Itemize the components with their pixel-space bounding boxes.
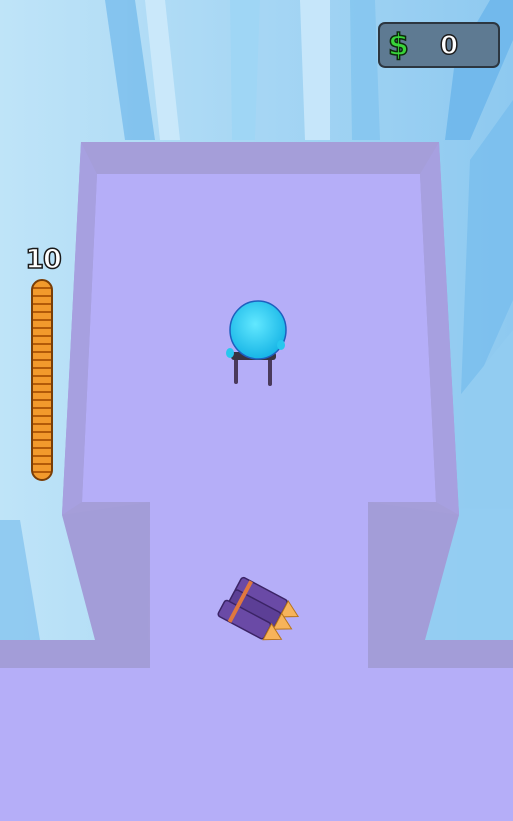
ammo-bar [31, 279, 53, 481]
bottom-ledge-right [368, 640, 513, 670]
dollar-icon: $ [387, 27, 409, 64]
bottom-ledge-left [0, 640, 150, 670]
money-counter: $ 0 [378, 22, 500, 68]
money-value: 0 [439, 30, 459, 62]
ammo-count: 10 [24, 243, 62, 276]
game-scene [0, 0, 513, 821]
bottom-floor [0, 668, 513, 821]
